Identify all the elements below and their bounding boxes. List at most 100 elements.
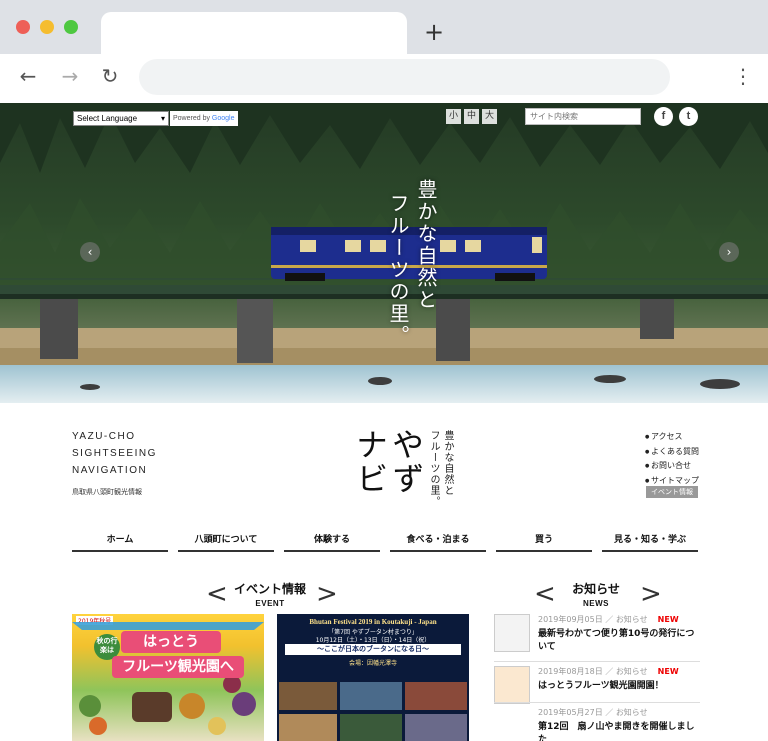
news-heading-jp: お知らせ — [572, 582, 620, 596]
nav-shop[interactable]: 買う — [496, 533, 592, 552]
news-new-badge: NEW — [657, 615, 679, 624]
logo-line1: やず — [387, 428, 425, 496]
news-item[interactable]: 2019年08月18日 ／ お知らせ NEW はっとうフルーツ観光園開園！ — [494, 666, 700, 706]
event-info-button[interactable]: イベント情報 — [646, 486, 698, 498]
util-link-contact[interactable]: お問い合せ — [645, 459, 699, 474]
nav-about[interactable]: 八頭町について — [178, 533, 274, 552]
site-subtitle: 鳥取県八頭町観光情報 — [72, 488, 142, 496]
event2-photo-6 — [405, 714, 467, 741]
news-prev-icon[interactable]: < — [534, 581, 556, 607]
slide-prev-button[interactable]: ‹ — [80, 242, 100, 262]
news-separator: ／ — [605, 615, 614, 624]
event-card-fruit[interactable]: 2019年秋号 秋の行楽は はっとう フルーツ観光園へ — [72, 614, 264, 741]
hero-copy-line2: フルーツの里。 — [386, 193, 410, 347]
news-title[interactable]: はっとうフルーツ観光園開園！ — [538, 680, 700, 693]
news-item[interactable]: 2019年05月27日 ／ お知らせ 第12回 扇ノ山やま開きを開催しました — [494, 707, 700, 741]
news-heading-en: NEWS — [583, 599, 609, 608]
news-item[interactable]: 2019年09月05日 ／ お知らせ NEW 最新号わかてつ便り第10号の発行につ… — [494, 614, 700, 658]
event2-photo-2 — [340, 682, 402, 710]
slide-next-button[interactable]: › — [719, 242, 739, 262]
news-next-icon[interactable]: > — [640, 581, 662, 607]
event1-title-line2: フルーツ観光園へ — [112, 656, 244, 678]
tagline-line1: 豊かな自然と — [442, 430, 453, 496]
news-divider — [494, 702, 700, 703]
news-separator: ／ — [605, 708, 614, 717]
back-arrow-icon[interactable]: ← — [14, 64, 42, 88]
font-size-small-button[interactable]: 小 — [446, 109, 461, 124]
event2-photo-1 — [279, 682, 337, 710]
news-meta: 2019年05月27日 ／ お知らせ — [538, 707, 648, 718]
maximize-window-button[interactable] — [64, 20, 78, 34]
news-date: 2019年05月27日 — [538, 708, 603, 717]
news-title[interactable]: 第12回 扇ノ山やま開きを開催しました — [538, 721, 700, 741]
news-date: 2019年09月05日 — [538, 615, 603, 624]
browser-menu-icon[interactable]: ⋮ — [733, 64, 753, 88]
nav-experience[interactable]: 体験する — [284, 533, 380, 552]
powered-by-google: Powered by Google — [170, 111, 238, 126]
event-heading-jp: イベント情報 — [233, 582, 306, 596]
window-controls — [16, 20, 78, 34]
util-link-access[interactable]: アクセス — [645, 430, 699, 445]
site-name-line1: YAZU-CHO — [72, 431, 136, 442]
browser-tab[interactable] — [101, 12, 407, 54]
font-size-large-button[interactable]: 大 — [482, 109, 497, 124]
event2-line2: 10月12日（土）・13日（日）・14日（祝） — [315, 637, 431, 644]
event2-photo-3 — [405, 682, 467, 710]
event2-venue: 会場：因幡光澤寺 — [348, 660, 397, 667]
address-bar[interactable] — [139, 59, 670, 95]
hero-slideshow: Select Language Powered by Google 小 中 大 … — [0, 103, 768, 403]
logo-line2: ナビ — [351, 428, 389, 496]
event1-title-line1: はっとう — [121, 631, 221, 653]
hero-copy-line1: 豊かな自然と — [414, 179, 438, 311]
tagline-line2: フルーツの里。 — [428, 430, 439, 507]
language-select[interactable]: Select Language — [73, 111, 169, 126]
minimize-window-button[interactable] — [40, 20, 54, 34]
news-divider — [494, 661, 700, 662]
font-size-controls: 小 中 大 — [446, 109, 497, 124]
news-new-badge: NEW — [657, 667, 679, 676]
global-nav: ホーム 八頭町について 体験する 食べる・泊まる 買う 見る・知る・学ぶ — [72, 533, 698, 552]
browser-chrome: + ← → ↻ ⋮ — [0, 0, 768, 103]
news-category: お知らせ — [615, 708, 648, 717]
twitter-icon[interactable]: t — [679, 107, 698, 126]
site-search-input[interactable]: サイト内検索 — [525, 108, 641, 125]
news-meta: 2019年09月05日 ／ お知らせ NEW — [538, 614, 679, 625]
facebook-icon[interactable]: f — [654, 107, 673, 126]
site-name-line2: SIGHTSEEING — [72, 448, 157, 459]
reload-icon[interactable]: ↻ — [96, 64, 124, 88]
nav-see-learn[interactable]: 見る・知る・学ぶ — [602, 533, 698, 552]
font-size-medium-button[interactable]: 中 — [464, 109, 479, 124]
nav-eat-stay[interactable]: 食べる・泊まる — [390, 533, 486, 552]
event2-photo-5 — [340, 714, 402, 741]
news-separator: ／ — [605, 667, 614, 676]
news-heading: お知らせ NEWS — [564, 580, 628, 608]
news-meta: 2019年08月18日 ／ お知らせ NEW — [538, 666, 679, 677]
util-link-faq[interactable]: よくある質問 — [645, 445, 699, 460]
event2-title: Bhutan Festival 2019 in Koutakuji - Japa… — [309, 618, 437, 626]
logo-tagline: 豊かな自然と フルーツの里。 — [426, 430, 454, 507]
forward-arrow-icon[interactable]: → — [56, 64, 84, 88]
news-thumbnail — [494, 614, 530, 652]
new-tab-icon[interactable]: + — [424, 18, 444, 46]
news-category: お知らせ — [615, 667, 648, 676]
event-card-bhutan[interactable]: Bhutan Festival 2019 in Koutakuji - Japa… — [277, 614, 469, 741]
site-logo[interactable]: やず ナビ — [351, 428, 425, 496]
event-heading: イベント情報 EVENT — [232, 580, 308, 608]
browser-toolbar: ← → ↻ ⋮ — [0, 54, 768, 103]
site-name-english: YAZU-CHO SIGHTSEEING NAVIGATION — [72, 428, 157, 479]
event2-banner: ～ここが日本のブータンになる日～ — [285, 644, 461, 655]
news-category: お知らせ — [615, 615, 648, 624]
event2-photo-4 — [279, 714, 337, 741]
site-name-line3: NAVIGATION — [72, 465, 148, 476]
news-title[interactable]: 最新号わかてつ便り第10号の発行について — [538, 628, 700, 654]
event-prev-icon[interactable]: < — [206, 581, 228, 607]
event-next-icon[interactable]: > — [316, 581, 338, 607]
utility-links: アクセス よくある質問 お問い合せ サイトマップ — [645, 430, 699, 488]
event-heading-en: EVENT — [255, 599, 285, 608]
nav-home[interactable]: ホーム — [72, 533, 168, 552]
close-window-button[interactable] — [16, 20, 30, 34]
google-brand: Google — [211, 115, 235, 122]
news-thumbnail — [494, 666, 530, 704]
news-date: 2019年08月18日 — [538, 667, 603, 676]
powered-by-label: Powered by — [173, 115, 212, 122]
